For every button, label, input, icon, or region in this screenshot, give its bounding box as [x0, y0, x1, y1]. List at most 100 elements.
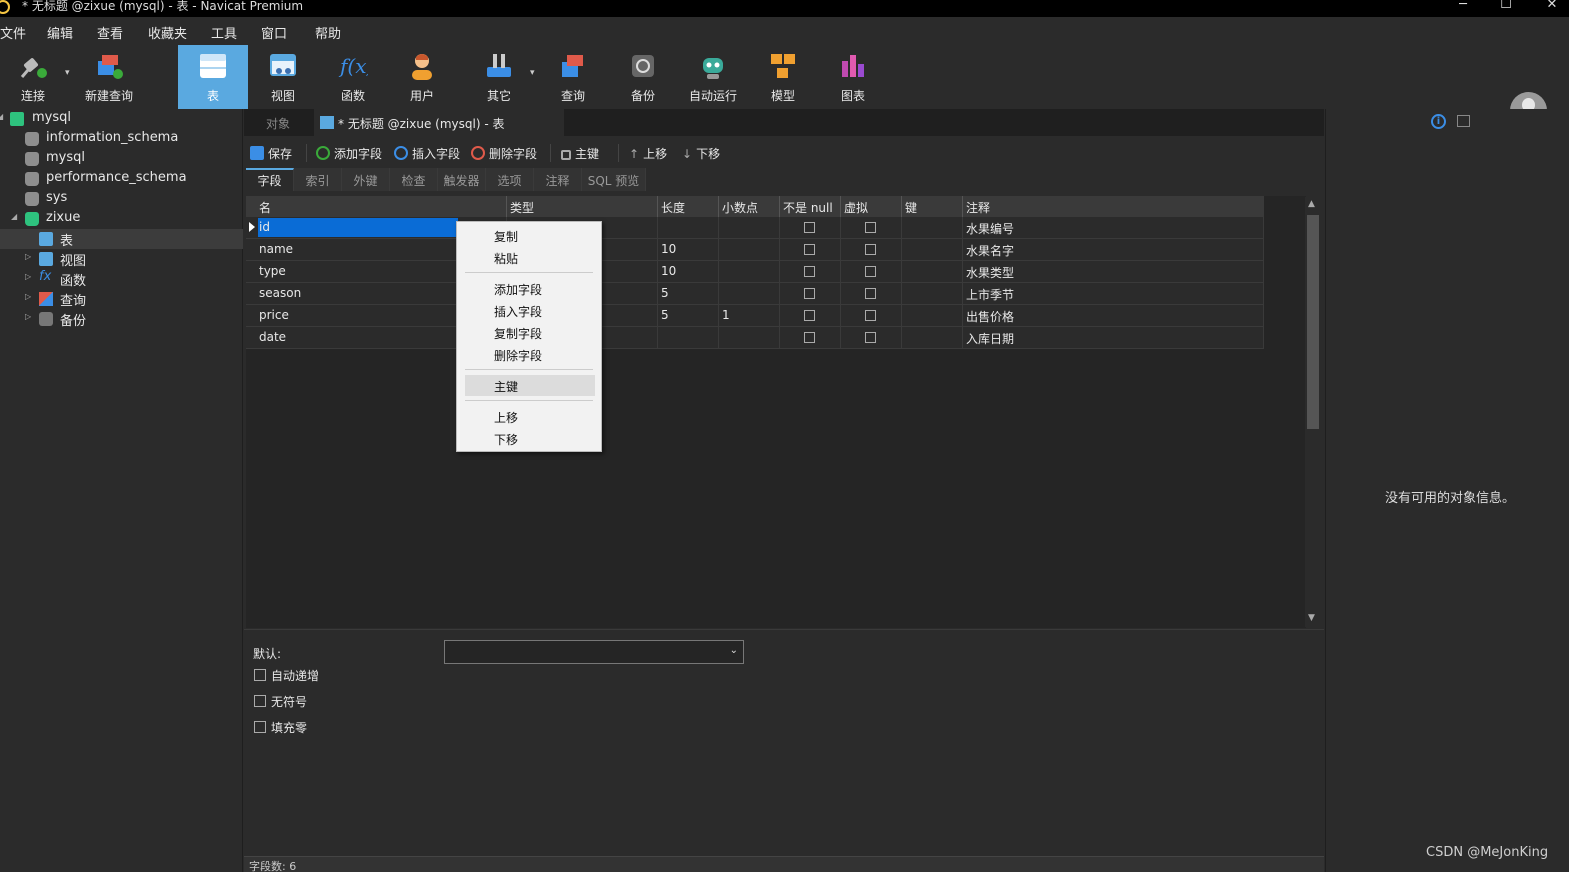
table-row[interactable]: name 10 水果名字	[246, 239, 1264, 261]
zerofill-checkbox[interactable]	[254, 721, 266, 733]
tab-untitled-table[interactable]: * 无标题 @zixue (mysql) - 表	[314, 109, 564, 136]
auto-increment-checkbox[interactable]	[254, 669, 266, 681]
cell-name[interactable]: name	[259, 242, 293, 256]
ctx-move-down[interactable]: 下移	[465, 428, 595, 449]
subtab-indexes[interactable]: 索引	[294, 168, 342, 191]
tree-db-mysql[interactable]: mysql	[0, 149, 243, 169]
header-name[interactable]: 名	[259, 199, 271, 216]
cell-comment[interactable]: 水果类型	[966, 264, 1014, 281]
header-key[interactable]: 键	[905, 199, 917, 216]
menu-file[interactable]: 文件	[0, 23, 26, 42]
table-row[interactable]: price 5 1 出售价格	[246, 305, 1264, 327]
tree-db-sys[interactable]: sys	[0, 189, 243, 209]
cell-name[interactable]: date	[259, 330, 286, 344]
collapse-arrow-icon[interactable]: ▷	[25, 292, 31, 301]
cell-comment[interactable]: 入库日期	[966, 330, 1014, 347]
menu-window[interactable]: 窗口	[261, 23, 287, 42]
other-tool[interactable]: 其它	[470, 45, 528, 107]
not-null-checkbox[interactable]	[804, 266, 815, 277]
model-tool[interactable]: 模型	[754, 45, 812, 107]
menu-tools[interactable]: 工具	[211, 23, 237, 42]
save-button[interactable]: 保存	[250, 145, 292, 162]
scroll-down-icon[interactable]: ▼	[1308, 613, 1315, 623]
cell-length[interactable]: 5	[661, 286, 669, 300]
cell-length[interactable]: 10	[661, 242, 676, 256]
header-decimals[interactable]: 小数点	[722, 199, 758, 216]
query-tool[interactable]: 查询	[544, 45, 602, 107]
menu-view[interactable]: 查看	[97, 23, 123, 42]
virtual-checkbox[interactable]	[865, 310, 876, 321]
table-row[interactable]: season 5 上市季节	[246, 283, 1264, 305]
virtual-checkbox[interactable]	[865, 222, 876, 233]
ctx-move-up[interactable]: 上移	[465, 406, 595, 427]
header-not-null[interactable]: 不是 null	[783, 199, 833, 216]
default-value-select[interactable]: ⌄	[444, 640, 744, 664]
other-dropdown-icon[interactable]: ▾	[530, 68, 535, 78]
menu-edit[interactable]: 编辑	[47, 23, 73, 42]
ctx-copy-field[interactable]: 复制字段	[465, 322, 595, 343]
expand-arrow-icon[interactable]: ◢	[11, 212, 17, 221]
ctx-copy[interactable]: 复制	[465, 225, 595, 246]
automation-tool[interactable]: 自动运行	[684, 45, 742, 107]
not-null-checkbox[interactable]	[804, 222, 815, 233]
collapse-arrow-icon[interactable]: ▷	[25, 312, 31, 321]
subtab-fields[interactable]: 字段	[246, 168, 294, 191]
header-virtual[interactable]: 虚拟	[844, 199, 868, 216]
not-null-checkbox[interactable]	[804, 310, 815, 321]
subtab-checks[interactable]: 检查	[390, 168, 438, 191]
tree-node-views[interactable]: ▷ 视图	[0, 249, 243, 269]
cell-length[interactable]: 10	[661, 264, 676, 278]
ctx-primary-key[interactable]: 主键	[465, 375, 595, 396]
function-tool[interactable]: f(x) 函数	[324, 45, 382, 107]
cell-comment[interactable]: 水果编号	[966, 220, 1014, 237]
delete-field-button[interactable]: 删除字段	[471, 145, 537, 162]
virtual-checkbox[interactable]	[865, 244, 876, 255]
subtab-sql-preview[interactable]: SQL 预览	[582, 168, 646, 191]
tab-objects[interactable]: 对象	[266, 109, 306, 136]
not-null-checkbox[interactable]	[804, 244, 815, 255]
table-row[interactable]: date 入库日期	[246, 327, 1264, 349]
header-comment[interactable]: 注释	[966, 199, 990, 216]
tree-db-performance-schema[interactable]: performance_schema	[0, 169, 243, 189]
collapse-arrow-icon[interactable]: ▷	[25, 272, 31, 281]
ctx-add-field[interactable]: 添加字段	[465, 278, 595, 299]
ctx-insert-field[interactable]: 插入字段	[465, 300, 595, 321]
virtual-checkbox[interactable]	[865, 288, 876, 299]
tree-db-information-schema[interactable]: information_schema	[0, 129, 243, 149]
cell-comment[interactable]: 上市季节	[966, 286, 1014, 303]
connect-dropdown-icon[interactable]: ▾	[65, 68, 70, 78]
new-query-tool[interactable]: 新建查询	[78, 45, 140, 107]
subtab-options[interactable]: 选项	[486, 168, 534, 191]
cell-decimals[interactable]: 1	[722, 308, 730, 322]
move-down-button[interactable]: ↓ 下移	[682, 145, 720, 162]
scroll-up-icon[interactable]: ▲	[1308, 199, 1315, 209]
cell-name[interactable]: type	[259, 264, 286, 278]
ddl-icon[interactable]	[1457, 115, 1470, 127]
tree-node-queries[interactable]: ▷ 查询	[0, 289, 243, 309]
tree-db-zixue[interactable]: ◢ zixue	[0, 209, 243, 229]
collapse-arrow-icon[interactable]: ▷	[25, 252, 31, 261]
cell-comment[interactable]: 水果名字	[966, 242, 1014, 259]
ctx-paste[interactable]: 粘贴	[465, 247, 595, 268]
header-type[interactable]: 类型	[510, 199, 534, 216]
minimize-button[interactable]: ─	[1453, 0, 1473, 12]
header-length[interactable]: 长度	[661, 199, 685, 216]
user-tool[interactable]: 用户	[393, 45, 451, 107]
scrollbar-thumb[interactable]	[1307, 215, 1319, 429]
table-tool[interactable]: 表	[178, 45, 248, 109]
tree-node-backups[interactable]: ▷ 备份	[0, 309, 243, 329]
expand-arrow-icon[interactable]: ◢	[0, 112, 3, 121]
info-icon[interactable]: i	[1431, 114, 1446, 129]
menu-help[interactable]: 帮助	[315, 23, 341, 42]
chart-tool[interactable]: 图表	[824, 45, 882, 107]
add-field-button[interactable]: 添加字段	[316, 145, 382, 162]
tree-connection-mysql[interactable]: ◢ mysql	[0, 109, 243, 129]
not-null-checkbox[interactable]	[804, 332, 815, 343]
maximize-button[interactable]: ☐	[1496, 0, 1516, 12]
cell-name[interactable]: season	[259, 286, 301, 300]
not-null-checkbox[interactable]	[804, 288, 815, 299]
unsigned-checkbox[interactable]	[254, 695, 266, 707]
table-row[interactable]: id 水果编号	[246, 217, 1264, 239]
virtual-checkbox[interactable]	[865, 332, 876, 343]
cell-length[interactable]: 5	[661, 308, 669, 322]
